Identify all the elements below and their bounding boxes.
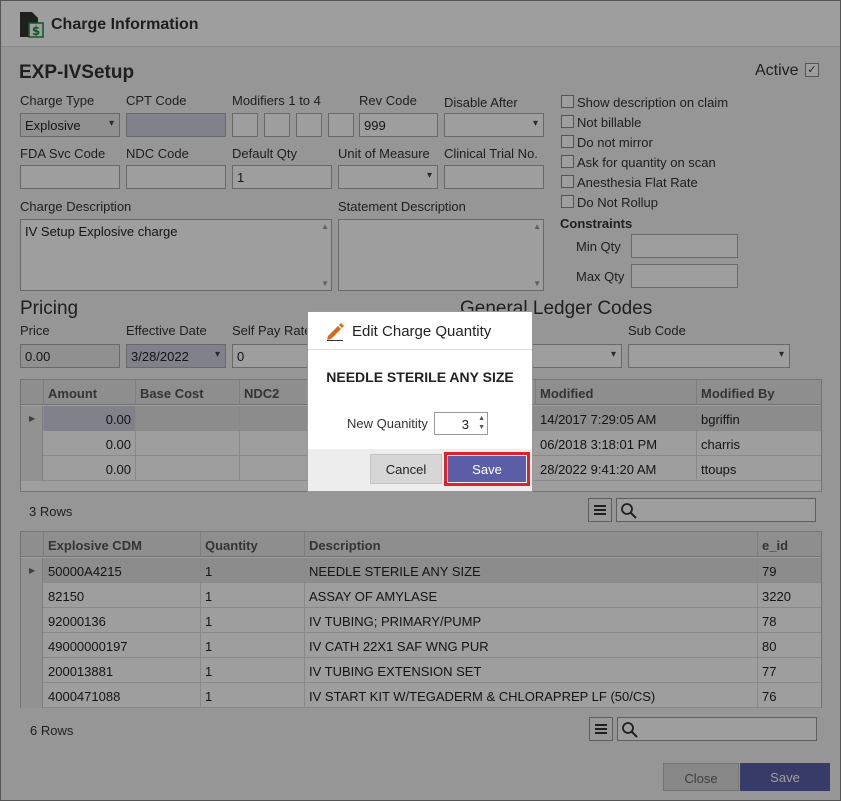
edit-charge-quantity-dialog: Edit Charge Quantity NEEDLE STERILE ANY …: [307, 311, 533, 492]
dialog-title: Edit Charge Quantity: [352, 323, 492, 340]
spinner-arrows-icon[interactable]: ▲ ▼: [478, 414, 485, 432]
dialog-footer: Cancel Save: [308, 449, 532, 491]
dialog-title-bar: Edit Charge Quantity: [308, 312, 532, 350]
quantity-label: New Quanitity: [347, 416, 428, 431]
quantity-value: 3: [461, 417, 469, 432]
cancel-button[interactable]: Cancel: [370, 454, 442, 484]
pencil-icon: [327, 323, 344, 341]
dialog-item-name: NEEDLE STERILE ANY SIZE: [326, 369, 514, 385]
quantity-stepper[interactable]: 3 ▲ ▼: [434, 412, 488, 435]
dialog-save-button[interactable]: Save: [448, 456, 526, 482]
